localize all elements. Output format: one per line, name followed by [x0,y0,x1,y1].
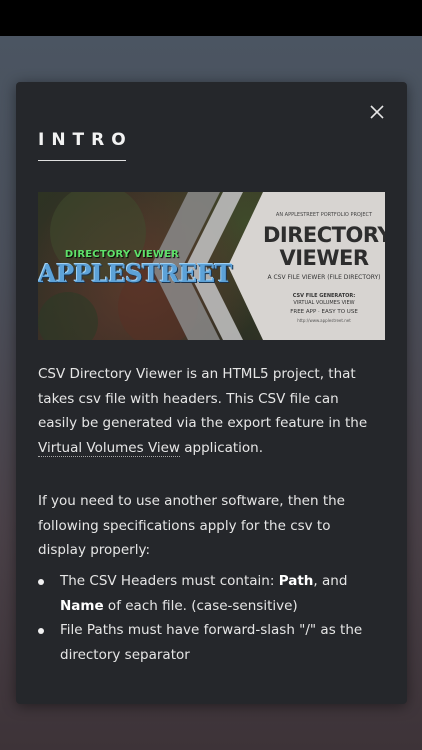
title-underline [38,160,126,161]
list-item: File Paths must have forward-slash "/" a… [38,618,378,667]
spec-list: The CSV Headers must contain: Path, and … [38,569,378,667]
banner-subtitle: A CSV FILE VIEWER (FILE DIRECTORY) [267,274,381,281]
banner-generator-label: CSV FILE GENERATOR: [292,293,356,299]
intro-banner-image: DIRECTORY VIEWER APPLESTREET AN APPLESTR… [38,192,385,340]
path-keyword: Path [278,573,314,589]
intro-text-end: application. [179,439,264,456]
dialog-title: INTRO [38,130,133,150]
status-bar [0,0,422,36]
list-item: The CSV Headers must contain: Path, and … [38,569,378,618]
banner-left-title: APPLESTREET [38,259,232,288]
list-item-text-end: of each file. (case-sensitive) [103,597,298,614]
banner-info-panel: AN APPLESTREET PORTFOLIO PROJECT DIRECTO… [263,192,385,340]
intro-text: CSV Directory Viewer is an HTML5 project… [38,366,368,431]
banner-tagline: AN APPLESTREET PORTFOLIO PROJECT [275,212,373,218]
banner-title-line2: VIEWER [279,246,369,270]
bullet-icon [38,628,44,634]
intro-paragraph: CSV Directory Viewer is an HTML5 project… [38,362,368,460]
banner-features: FREE APP · EASY TO USE [290,309,358,315]
virtual-volumes-view-link[interactable]: Virtual Volumes View [38,439,180,457]
banner-title-line1: DIRECTORY [263,223,385,247]
list-item-text: The CSV Headers must contain: [60,573,279,589]
close-icon [370,105,384,119]
bullet-icon [38,579,44,585]
close-button[interactable] [367,102,387,122]
banner-url: http://www.applestreet.net [297,318,351,323]
banner-generator-value: VIRTUAL VOLUMES VIEW [293,300,355,306]
list-item-text-and: , and [313,573,348,589]
spec-paragraph: If you need to use another software, the… [38,493,345,558]
intro-dialog: INTRO DIRECTORY VIEWER APPLESTREET AN AP… [16,82,407,704]
name-keyword: Name [60,597,104,614]
list-item-text: File Paths must have forward-slash "/" a… [60,622,363,663]
